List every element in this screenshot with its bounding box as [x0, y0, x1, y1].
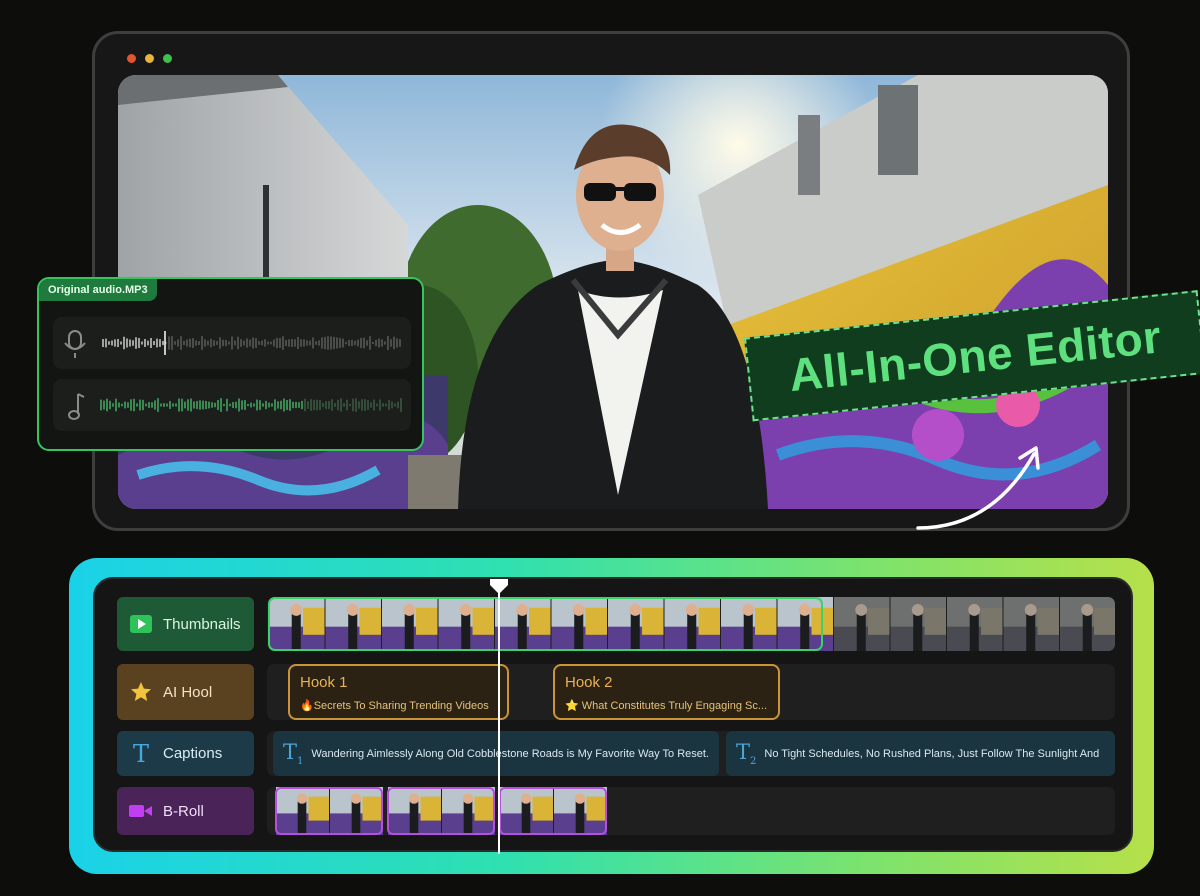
hook-2-subtitle: ⭐ What Constitutes Truly Engaging Sc... [565, 700, 768, 712]
thumbnail-frame [833, 597, 890, 651]
thumbnail-frame [437, 597, 494, 651]
audio-panel[interactable]: Original audio.MP3 [37, 277, 424, 451]
track-label-broll-text: B-Roll [163, 802, 204, 820]
caption-1-text-icon: T1 [283, 739, 304, 768]
thumbnail-frame [387, 787, 441, 835]
thumbnail-frame [1059, 597, 1115, 651]
timeline-panel[interactable]: Thumbnails AI Hool T Captions B-Roll Hoo… [93, 577, 1133, 854]
thumbnail-frame [946, 597, 1003, 651]
thumbnail-frame [494, 597, 551, 651]
caption-2-text: No Tight Schedules, No Rushed Plans, Jus… [764, 747, 1100, 760]
thumbnail-frame [499, 787, 553, 835]
music-waveform [68, 393, 402, 420]
play-icon [129, 612, 153, 636]
track-label-ai-hook[interactable]: AI Hool [117, 664, 254, 720]
thumbnail-frame [275, 787, 329, 835]
track-label-captions[interactable]: T Captions [117, 731, 254, 776]
text-t-icon: T [132, 739, 149, 768]
caption-2-text-icon: T2 [736, 739, 757, 768]
track-label-thumbnails-text: Thumbnails [163, 615, 241, 633]
caption-clip-1[interactable]: T1 Wandering Aimlessly Along Old Cobbles… [273, 731, 719, 776]
voice-audio-track[interactable] [53, 317, 411, 369]
broll-frames [275, 787, 607, 835]
window-maximize-dot[interactable] [163, 54, 172, 63]
microphone-icon [64, 330, 86, 358]
hook-clip-1[interactable]: Hook 1 🔥Secrets To Sharing Trending Vide… [288, 664, 509, 720]
window-close-dot[interactable] [127, 54, 136, 63]
thumbnail-frame [441, 787, 495, 835]
hook-clip-2[interactable]: Hook 2 ⭐ What Constitutes Truly Engaging… [553, 664, 780, 720]
track-label-thumbnails[interactable]: Thumbnails [117, 597, 254, 651]
thumbnail-frame [720, 597, 777, 651]
track-label-captions-text: Captions [163, 745, 223, 762]
hook-2-title: Hook 2 [565, 674, 613, 691]
music-audio-track[interactable] [53, 379, 411, 431]
editor-promo: Original audio.MP3 All-In-One Editor Thu… [0, 0, 1200, 896]
thumbnail-frame [550, 597, 607, 651]
hook-1-subtitle: 🔥Secrets To Sharing Trending Videos [300, 700, 489, 712]
thumbnail-frame [889, 597, 946, 651]
thumbnail-frames [268, 597, 1115, 651]
audio-file-label: Original audio.MP3 [39, 279, 157, 301]
broll-clips[interactable] [275, 787, 611, 835]
track-label-broll[interactable]: B-Roll [117, 787, 254, 835]
thumbnail-frame [607, 597, 664, 651]
caption-clip-2[interactable]: T2 No Tight Schedules, No Rushed Plans, … [726, 731, 1115, 776]
caption-1-text: Wandering Aimlessly Along Old Cobbleston… [311, 747, 709, 760]
thumbnail-frame [663, 597, 720, 651]
thumbnail-frame [1002, 597, 1059, 651]
voice-waveform [64, 330, 401, 358]
curved-arrow-icon [916, 446, 1040, 530]
thumbnail-frame [329, 787, 383, 835]
music-note-icon [68, 393, 85, 420]
video-camera-icon [129, 799, 153, 823]
thumbnail-frame [776, 597, 833, 651]
hook-1-title: Hook 1 [300, 674, 348, 691]
track-label-ai-hook-text: AI Hool [163, 683, 213, 701]
window-minimize-dot[interactable] [145, 54, 154, 63]
thumbnails-strip[interactable] [268, 597, 1115, 651]
thumbnail-frame [553, 787, 607, 835]
thumbnail-frame [268, 597, 325, 651]
thumbnail-frame [381, 597, 438, 651]
star-icon [129, 680, 153, 704]
playhead-line[interactable] [498, 579, 500, 854]
thumbnail-frame [324, 597, 381, 651]
